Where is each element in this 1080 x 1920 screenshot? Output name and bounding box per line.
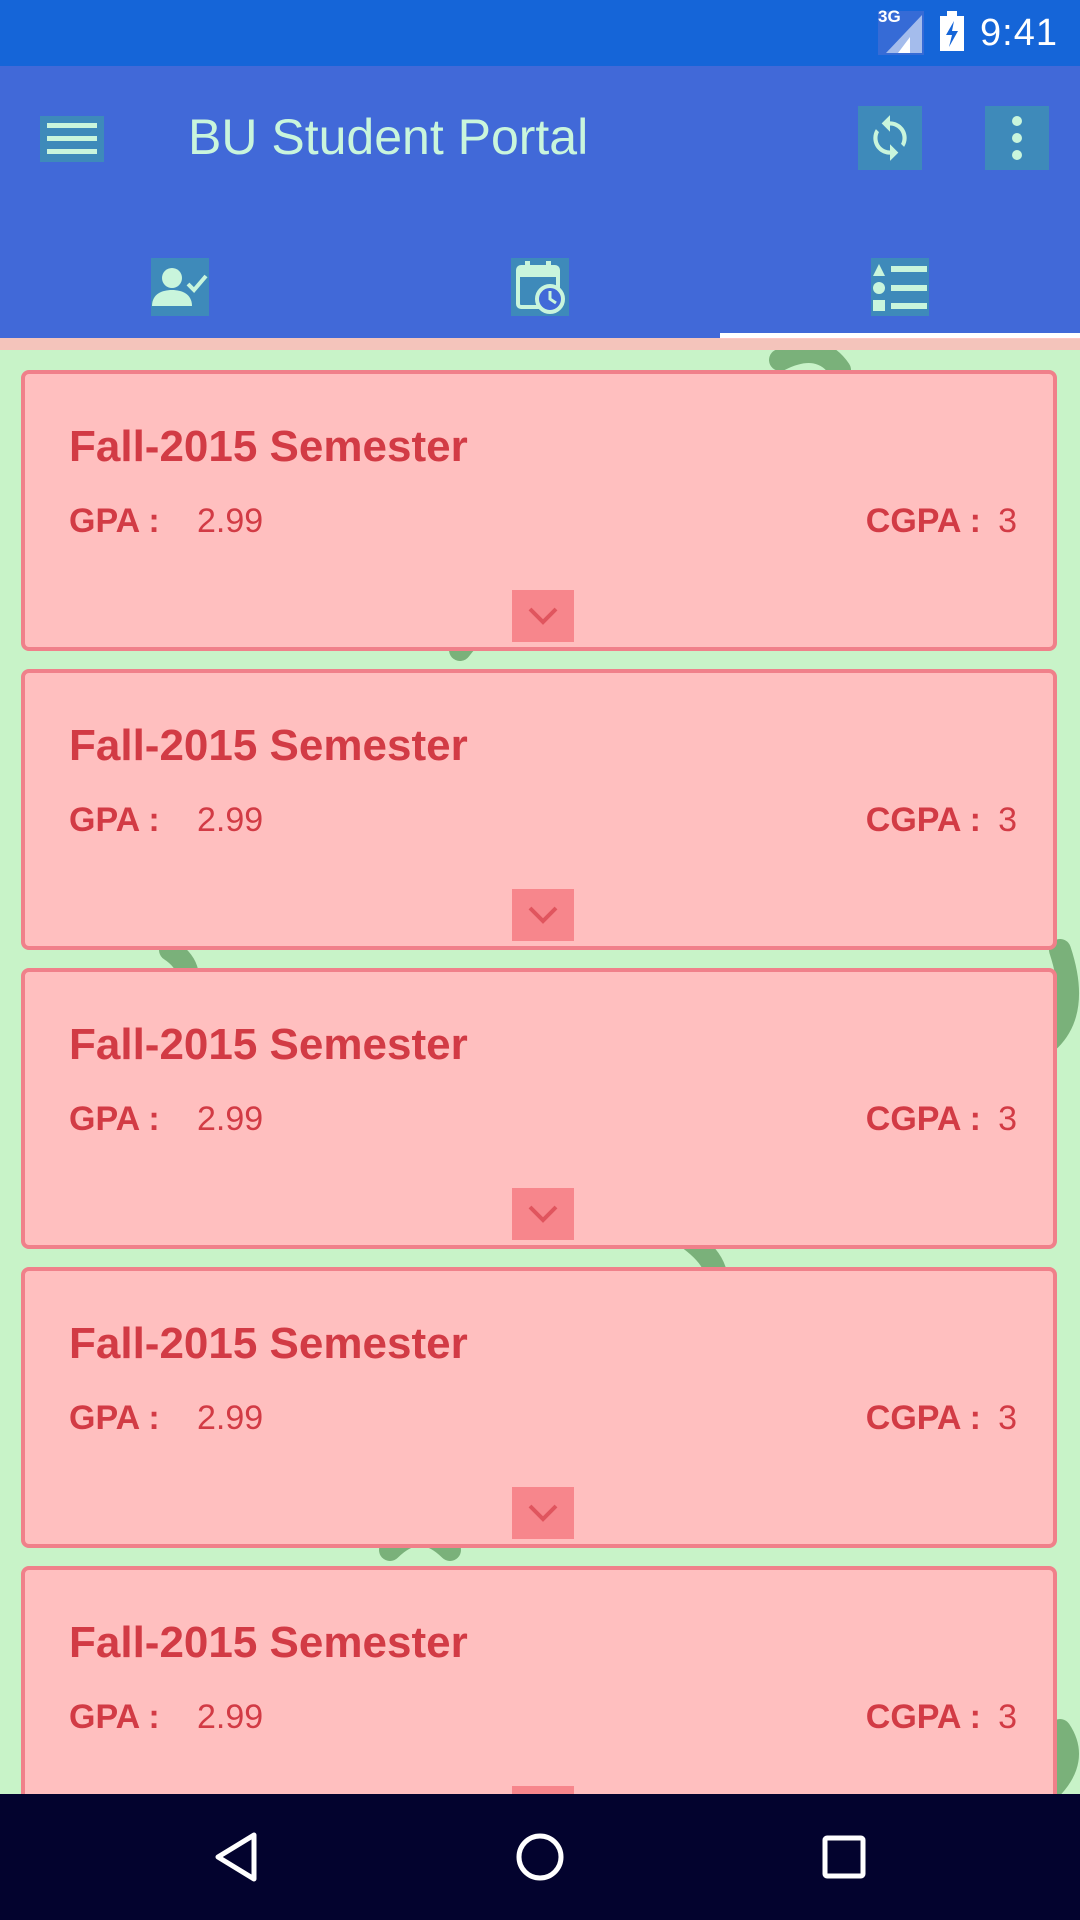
expand-button[interactable] xyxy=(512,889,574,941)
cgpa-value: 3 xyxy=(998,502,1017,540)
chevron-down-icon xyxy=(528,1205,558,1223)
semester-card[interactable]: Fall-2015 Semester GPA : 2.99 CGPA : 3 xyxy=(21,669,1057,950)
menu-icon xyxy=(47,123,97,154)
cgpa-label: CGPA : xyxy=(865,1100,981,1138)
person-check-icon xyxy=(151,258,209,316)
cgpa-value: 3 xyxy=(998,801,1017,839)
cgpa-label: CGPA : xyxy=(865,502,981,540)
back-button[interactable] xyxy=(206,1827,266,1887)
back-icon xyxy=(215,1832,257,1882)
cgpa-label: CGPA : xyxy=(865,801,981,839)
expand-button[interactable] xyxy=(512,1487,574,1539)
gpa-label: GPA : xyxy=(69,801,160,839)
semester-title: Fall-2015 Semester xyxy=(69,422,468,471)
semester-card[interactable]: Fall-2015 Semester GPA : 2.99 CGPA : 3 xyxy=(21,968,1057,1249)
recents-button[interactable] xyxy=(814,1827,874,1887)
semester-card[interactable]: Fall-2015 Semester GPA : 2.99 CGPA : 3 xyxy=(21,1566,1057,1794)
more-vert-icon xyxy=(1012,116,1022,160)
semester-title: Fall-2015 Semester xyxy=(69,721,468,770)
tab-attendance[interactable] xyxy=(0,236,360,338)
status-time: 9:41 xyxy=(980,11,1058,54)
expand-button[interactable] xyxy=(512,1188,574,1240)
home-icon xyxy=(516,1833,564,1881)
status-bar: 3G 9:41 xyxy=(0,0,1080,66)
gpa-value: 2.99 xyxy=(197,1100,264,1138)
cgpa-value: 3 xyxy=(998,1698,1017,1736)
gpa-label: GPA : xyxy=(69,1100,160,1138)
signal-icon: 3G xyxy=(878,7,925,55)
status-icons: 3G 9:41 xyxy=(878,0,1058,66)
gpa-label: GPA : xyxy=(69,1698,160,1736)
system-nav-bar xyxy=(0,1794,1080,1920)
tab-bar xyxy=(0,236,1080,338)
semester-title: Fall-2015 Semester xyxy=(69,1319,468,1368)
app-bar-divider xyxy=(0,338,1080,350)
refresh-button[interactable] xyxy=(858,106,922,170)
semester-title: Fall-2015 Semester xyxy=(69,1020,468,1069)
list-icon xyxy=(871,258,929,316)
menu-button[interactable] xyxy=(40,116,104,162)
expand-button[interactable] xyxy=(512,1786,574,1794)
calendar-clock-icon xyxy=(511,258,569,316)
chevron-down-icon xyxy=(528,607,558,625)
cgpa-value: 3 xyxy=(998,1100,1017,1138)
cgpa-label: CGPA : xyxy=(865,1698,981,1736)
gpa-value: 2.99 xyxy=(197,502,264,540)
cgpa-label: CGPA : xyxy=(865,1399,981,1437)
gpa-label: GPA : xyxy=(69,1399,160,1437)
app-title: BU Student Portal xyxy=(188,109,589,165)
semester-list[interactable]: Fall-2015 Semester GPA : 2.99 CGPA : 3 F… xyxy=(0,350,1080,1794)
battery-charging-icon xyxy=(938,9,966,58)
more-options-button[interactable] xyxy=(985,106,1049,170)
gpa-label: GPA : xyxy=(69,502,160,540)
chevron-down-icon xyxy=(528,1504,558,1522)
gpa-value: 2.99 xyxy=(197,801,264,839)
tab-schedule[interactable] xyxy=(360,236,720,338)
app-bar: BU Student Portal xyxy=(0,66,1080,338)
tab-results[interactable] xyxy=(720,236,1080,338)
expand-button[interactable] xyxy=(512,590,574,642)
gpa-value: 2.99 xyxy=(197,1698,264,1736)
refresh-icon xyxy=(873,115,907,161)
cgpa-value: 3 xyxy=(998,1399,1017,1437)
semester-card[interactable]: Fall-2015 Semester GPA : 2.99 CGPA : 3 xyxy=(21,370,1057,651)
network-type-label: 3G xyxy=(878,7,901,26)
recents-icon xyxy=(822,1835,866,1879)
home-button[interactable] xyxy=(510,1827,570,1887)
chevron-down-icon xyxy=(528,906,558,924)
semester-card[interactable]: Fall-2015 Semester GPA : 2.99 CGPA : 3 xyxy=(21,1267,1057,1548)
gpa-value: 2.99 xyxy=(197,1399,264,1437)
semester-title: Fall-2015 Semester xyxy=(69,1618,468,1667)
